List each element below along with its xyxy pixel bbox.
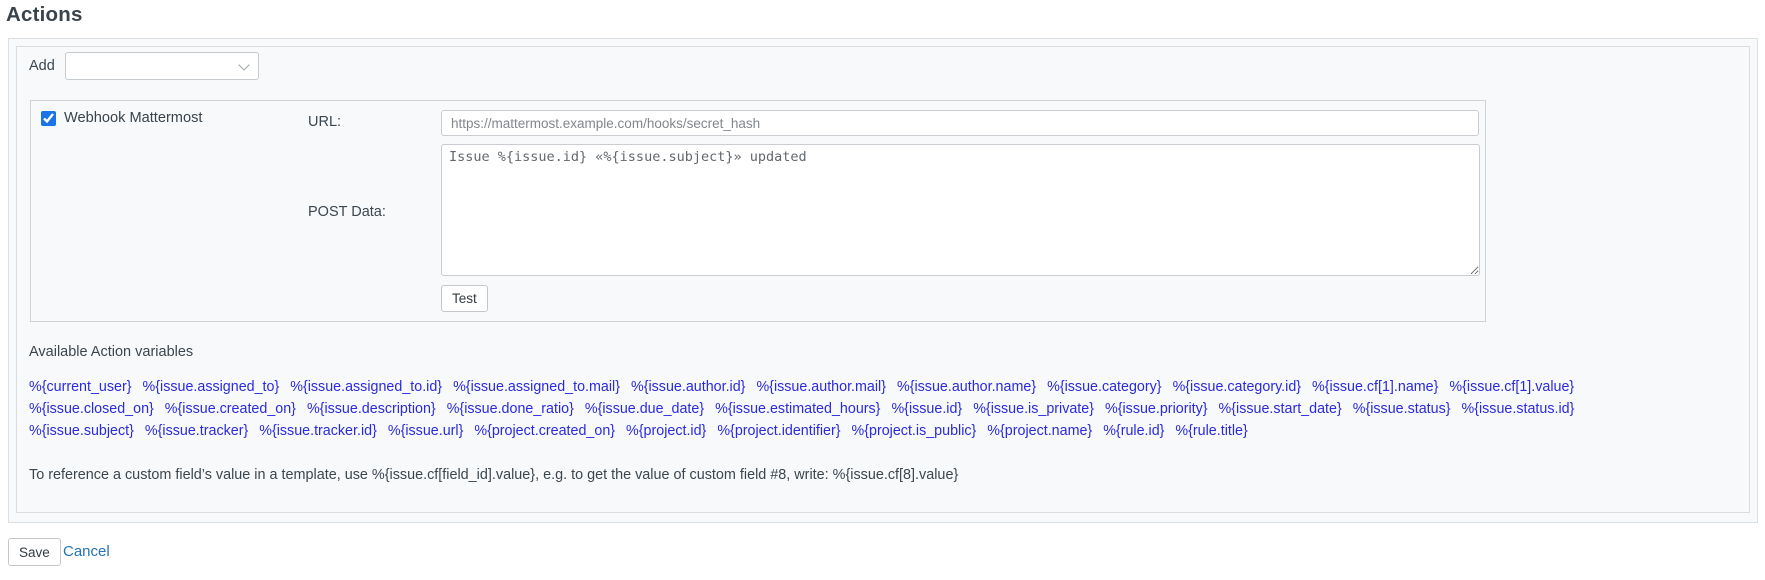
action-variable: %{issue.start_date} xyxy=(1218,401,1342,417)
action-variable: %{issue.url} xyxy=(387,423,464,439)
cancel-link[interactable]: Cancel xyxy=(63,543,110,560)
add-action-select-wrap xyxy=(64,52,259,80)
action-variable: %{project.is_public} xyxy=(851,423,977,439)
action-variable: %{issue.subject} xyxy=(29,423,134,439)
action-variable: %{issue.category} xyxy=(1047,379,1162,395)
action-variable: %{issue.is_private} xyxy=(973,401,1095,417)
action-variable: %{issue.category.id} xyxy=(1172,379,1302,395)
action-variable: %{project.id} xyxy=(626,423,707,439)
action-variable: %{issue.closed_on} xyxy=(29,401,154,417)
action-variable: %{issue.status.id} xyxy=(1461,401,1575,417)
action-variable: %{project.identifier} xyxy=(717,423,841,439)
webhook-checkbox-row: Webhook Mattermost xyxy=(41,110,202,126)
action-variable: %{issue.done_ratio} xyxy=(446,401,574,417)
action-variable: %{issue.status} xyxy=(1352,401,1451,417)
action-variable: %{issue.assigned_to.id} xyxy=(290,379,443,395)
action-variable: %{current_user} xyxy=(29,379,132,395)
action-variable: %{project.created_on} xyxy=(474,423,616,439)
action-variable: %{issue.created_on} xyxy=(164,401,296,417)
action-variable: %{issue.tracker.id} xyxy=(259,423,377,439)
custom-field-note: To reference a custom field’s value in a… xyxy=(29,467,959,483)
action-variable: %{issue.due_date} xyxy=(584,401,705,417)
add-action-select[interactable] xyxy=(64,52,259,80)
action-variable: %{issue.id} xyxy=(891,401,963,417)
action-variable: %{issue.assigned_to} xyxy=(142,379,280,395)
action-variable: %{issue.assigned_to.mail} xyxy=(453,379,620,395)
variables-row: %{current_user} %{issue.assigned_to} %{iss… xyxy=(29,376,1744,398)
action-variable: %{issue.tracker} xyxy=(144,423,249,439)
add-row: Add xyxy=(29,51,259,81)
webhook-label: Webhook Mattermost xyxy=(64,110,203,126)
actions-form-area: Add Webhook Mattermost URL: POST Data: I… xyxy=(16,46,1750,513)
variables-row: %{issue.closed_on} %{issue.created_on} %{i… xyxy=(29,398,1744,420)
actions-panel: Add Webhook Mattermost URL: POST Data: I… xyxy=(8,38,1758,523)
post-data-label: POST Data: xyxy=(308,204,386,220)
action-variable: %{issue.cf[1].value} xyxy=(1449,379,1575,395)
post-data-textarea[interactable]: Issue %{issue.id} «%{issue.subject}» upd… xyxy=(441,144,1480,276)
action-variable: %{rule.id} xyxy=(1103,423,1165,439)
url-input[interactable] xyxy=(441,110,1479,136)
action-variable: %{issue.author.name} xyxy=(897,379,1037,395)
variables-row: %{issue.subject} %{issue.tracker} %{issue.… xyxy=(29,420,1744,442)
action-variable: %{project.name} xyxy=(987,423,1093,439)
action-variable: %{issue.estimated_hours} xyxy=(715,401,881,417)
variables-list: %{current_user} %{issue.assigned_to} %{iss… xyxy=(29,376,1744,442)
action-variable: %{issue.cf[1].name} xyxy=(1312,379,1439,395)
action-variable: %{issue.description} xyxy=(306,401,436,417)
action-variable: %{issue.author.id} xyxy=(630,379,746,395)
action-variable: %{issue.author.mail} xyxy=(756,379,886,395)
webhook-mattermost-section: Webhook Mattermost URL: POST Data: Issue… xyxy=(30,100,1486,322)
available-variables-heading: Available Action variables xyxy=(29,344,194,360)
test-button[interactable]: Test xyxy=(441,285,488,312)
add-label: Add xyxy=(29,58,55,74)
webhook-enabled-checkbox[interactable] xyxy=(41,110,56,126)
action-variable: %{rule.title} xyxy=(1175,423,1248,439)
page-title: Actions xyxy=(6,3,83,26)
save-button[interactable]: Save xyxy=(8,538,61,566)
url-label: URL: xyxy=(308,114,342,130)
action-variable: %{issue.priority} xyxy=(1105,401,1208,417)
